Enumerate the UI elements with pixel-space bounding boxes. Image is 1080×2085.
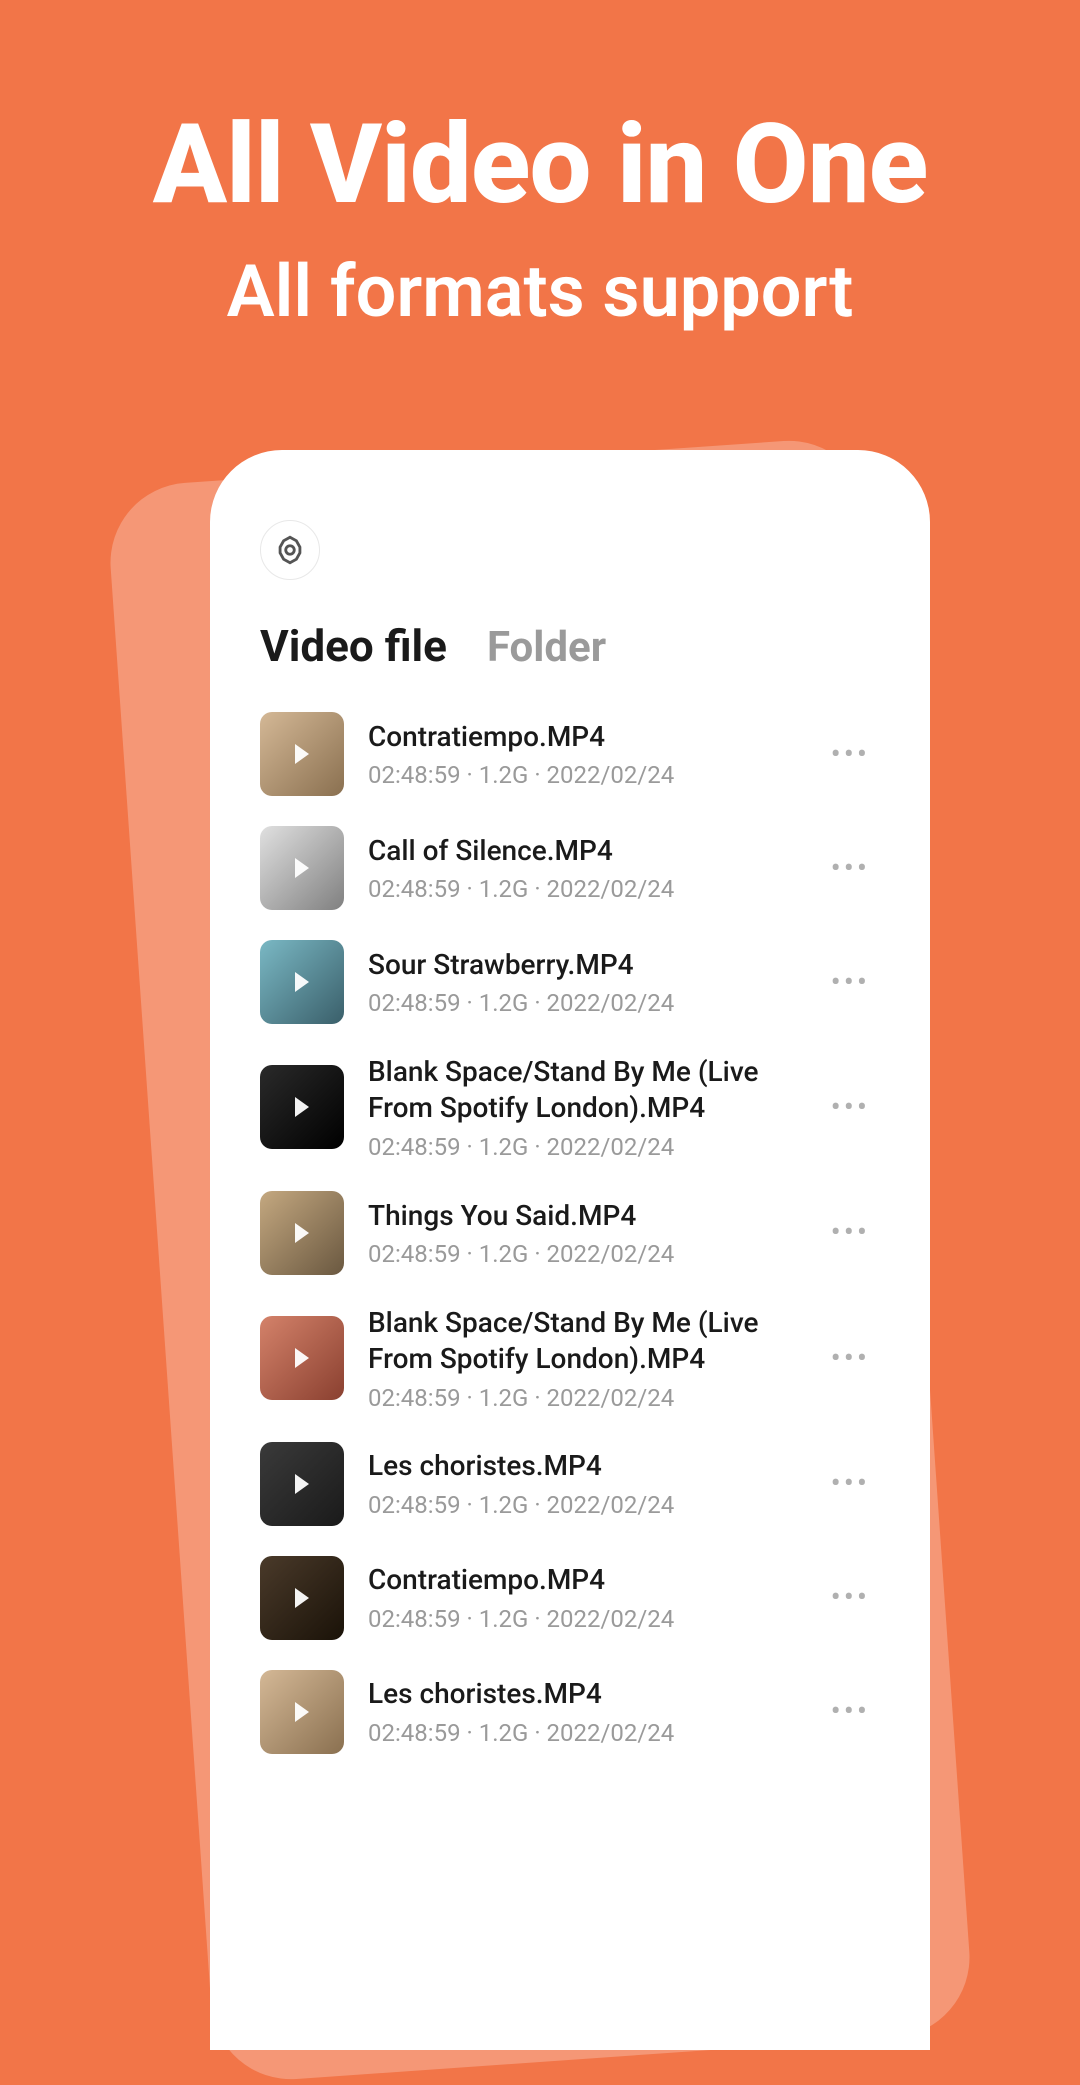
video-item[interactable]: Contratiempo.MP4 02:48:59 · 1.2G · 2022/… — [260, 712, 880, 796]
tab-video-file[interactable]: Video file — [260, 620, 447, 672]
video-name: Les choristes.MP4 — [368, 1448, 797, 1484]
video-meta: 02:48:59 · 1.2G · 2022/02/24 — [368, 761, 797, 789]
video-meta: 02:48:59 · 1.2G · 2022/02/24 — [368, 1719, 797, 1747]
settings-button[interactable] — [260, 520, 320, 580]
video-thumbnail[interactable] — [260, 940, 344, 1024]
video-name: Blank Space/Stand By Me (Live From Spoti… — [368, 1054, 797, 1127]
video-item[interactable]: Les choristes.MP4 02:48:59 · 1.2G · 2022… — [260, 1670, 880, 1754]
video-name: Things You Said.MP4 — [368, 1198, 797, 1234]
video-meta: 02:48:59 · 1.2G · 2022/02/24 — [368, 1384, 797, 1412]
video-thumbnail[interactable] — [260, 1316, 344, 1400]
video-info: Sour Strawberry.MP4 02:48:59 · 1.2G · 20… — [368, 947, 797, 1017]
video-info: Blank Space/Stand By Me (Live From Spoti… — [368, 1054, 797, 1161]
play-icon — [295, 1348, 309, 1368]
promo-header: All Video in One All formats support — [0, 0, 1080, 334]
video-info: Call of Silence.MP4 02:48:59 · 1.2G · 20… — [368, 833, 797, 903]
play-icon — [295, 858, 309, 878]
gear-icon — [273, 533, 307, 567]
video-item[interactable]: Contratiempo.MP4 02:48:59 · 1.2G · 2022/… — [260, 1556, 880, 1640]
video-info: Contratiempo.MP4 02:48:59 · 1.2G · 2022/… — [368, 719, 797, 789]
video-thumbnail[interactable] — [260, 1670, 344, 1754]
video-info: Les choristes.MP4 02:48:59 · 1.2G · 2022… — [368, 1448, 797, 1518]
video-name: Call of Silence.MP4 — [368, 833, 797, 869]
play-icon — [295, 1097, 309, 1117]
more-button[interactable]: ••• — [821, 1456, 880, 1511]
promo-subtitle: All formats support — [0, 249, 1080, 334]
video-info: Blank Space/Stand By Me (Live From Spoti… — [368, 1305, 797, 1412]
video-name: Contratiempo.MP4 — [368, 719, 797, 755]
video-info: Contratiempo.MP4 02:48:59 · 1.2G · 2022/… — [368, 1562, 797, 1632]
video-name: Contratiempo.MP4 — [368, 1562, 797, 1598]
promo-title: All Video in One — [0, 100, 1080, 229]
video-item[interactable]: Les choristes.MP4 02:48:59 · 1.2G · 2022… — [260, 1442, 880, 1526]
more-button[interactable]: ••• — [821, 1684, 880, 1739]
video-name: Les choristes.MP4 — [368, 1676, 797, 1712]
more-button[interactable]: ••• — [821, 841, 880, 896]
tabs: Video file Folder — [260, 620, 880, 672]
more-button[interactable]: ••• — [821, 955, 880, 1010]
phone-frame: Video file Folder Contratiempo.MP4 02:48… — [210, 450, 930, 2050]
more-button[interactable]: ••• — [821, 1080, 880, 1135]
video-thumbnail[interactable] — [260, 826, 344, 910]
video-thumbnail[interactable] — [260, 1442, 344, 1526]
video-name: Sour Strawberry.MP4 — [368, 947, 797, 983]
video-meta: 02:48:59 · 1.2G · 2022/02/24 — [368, 989, 797, 1017]
play-icon — [295, 972, 309, 992]
video-thumbnail[interactable] — [260, 1191, 344, 1275]
video-meta: 02:48:59 · 1.2G · 2022/02/24 — [368, 1240, 797, 1268]
video-item[interactable]: Sour Strawberry.MP4 02:48:59 · 1.2G · 20… — [260, 940, 880, 1024]
more-button[interactable]: ••• — [821, 1205, 880, 1260]
play-icon — [295, 744, 309, 764]
video-meta: 02:48:59 · 1.2G · 2022/02/24 — [368, 1133, 797, 1161]
video-item[interactable]: Things You Said.MP4 02:48:59 · 1.2G · 20… — [260, 1191, 880, 1275]
play-icon — [295, 1474, 309, 1494]
video-thumbnail[interactable] — [260, 712, 344, 796]
play-icon — [295, 1588, 309, 1608]
tab-folder[interactable]: Folder — [487, 623, 606, 672]
more-button[interactable]: ••• — [821, 1331, 880, 1386]
video-item[interactable]: Call of Silence.MP4 02:48:59 · 1.2G · 20… — [260, 826, 880, 910]
video-thumbnail[interactable] — [260, 1065, 344, 1149]
more-button[interactable]: ••• — [821, 727, 880, 782]
play-icon — [295, 1223, 309, 1243]
video-item[interactable]: Blank Space/Stand By Me (Live From Spoti… — [260, 1054, 880, 1161]
video-item[interactable]: Blank Space/Stand By Me (Live From Spoti… — [260, 1305, 880, 1412]
video-thumbnail[interactable] — [260, 1556, 344, 1640]
video-info: Les choristes.MP4 02:48:59 · 1.2G · 2022… — [368, 1676, 797, 1746]
video-meta: 02:48:59 · 1.2G · 2022/02/24 — [368, 875, 797, 903]
video-meta: 02:48:59 · 1.2G · 2022/02/24 — [368, 1491, 797, 1519]
video-name: Blank Space/Stand By Me (Live From Spoti… — [368, 1305, 797, 1378]
video-list: Contratiempo.MP4 02:48:59 · 1.2G · 2022/… — [260, 712, 880, 1754]
video-meta: 02:48:59 · 1.2G · 2022/02/24 — [368, 1605, 797, 1633]
play-icon — [295, 1702, 309, 1722]
video-info: Things You Said.MP4 02:48:59 · 1.2G · 20… — [368, 1198, 797, 1268]
more-button[interactable]: ••• — [821, 1570, 880, 1625]
